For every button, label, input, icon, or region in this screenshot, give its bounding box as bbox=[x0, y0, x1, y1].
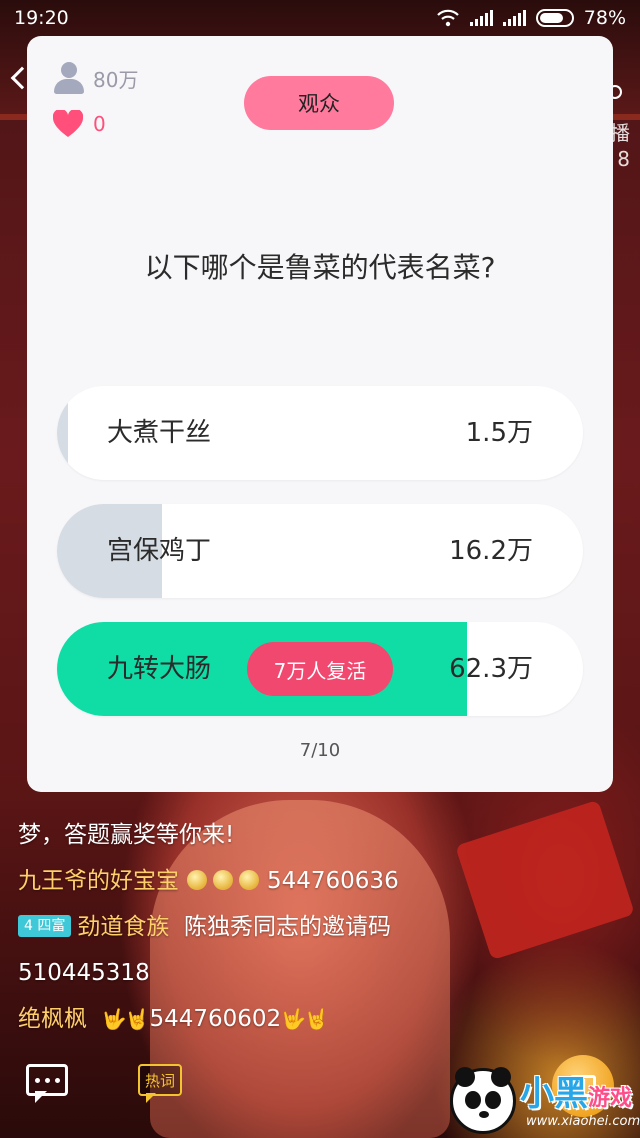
like-count: 0 bbox=[53, 110, 106, 138]
chat-message: 4 四富 劲道食族 陈独秀同志的邀请码 bbox=[18, 904, 618, 950]
person-icon bbox=[53, 62, 85, 94]
panda-logo-icon bbox=[450, 1067, 516, 1134]
battery-percent: 78% bbox=[583, 7, 626, 29]
hotword-button[interactable]: 热词 bbox=[138, 1064, 182, 1103]
revive-badge: 7万人复活 bbox=[247, 642, 393, 696]
signal-icon bbox=[469, 10, 493, 26]
side-info-text: 播 bbox=[610, 121, 630, 145]
answer-result-bar bbox=[57, 386, 68, 480]
chat-username[interactable]: 绝枫枫 bbox=[18, 1006, 87, 1032]
chat-message: 绝枫枫 🤟🤘544760602🤟🤘 bbox=[18, 996, 618, 1042]
chat-text: 544760602 bbox=[149, 1006, 282, 1032]
dot bbox=[54, 1077, 60, 1083]
wifi-icon bbox=[436, 9, 459, 27]
watermark-url: www.xiaohei.com bbox=[526, 1114, 640, 1129]
signal-icon-2 bbox=[502, 10, 526, 26]
answer-label: 九转大肠 bbox=[107, 654, 212, 684]
answer-option[interactable]: 宫保鸡丁 16.2万 bbox=[57, 504, 583, 598]
answer-count: 62.3万 bbox=[449, 654, 533, 684]
battery-icon bbox=[535, 9, 574, 27]
dot bbox=[44, 1077, 50, 1083]
answer-count: 16.2万 bbox=[449, 536, 533, 566]
chat-message: 梦，答题赢奖等你来! bbox=[18, 812, 618, 858]
chat-text: 陈独秀同志的邀请码 bbox=[183, 914, 391, 940]
answer-count: 1.5万 bbox=[465, 418, 533, 448]
status-time: 19:20 bbox=[14, 7, 69, 29]
audience-role-pill: 观众 bbox=[244, 76, 394, 130]
viewer-count: 80万 bbox=[53, 62, 138, 94]
answer-label: 宫保鸡丁 bbox=[107, 536, 212, 566]
rock-hand-icon: 🤟🤘 bbox=[101, 1007, 150, 1031]
answer-option[interactable]: 大煮干丝 1.5万 bbox=[57, 386, 583, 480]
side-info: 播 8 bbox=[610, 120, 630, 172]
chat-text: 544760636 bbox=[267, 868, 399, 894]
chat-username[interactable]: 劲道食族 bbox=[77, 914, 169, 940]
answer-label: 大煮干丝 bbox=[107, 418, 212, 448]
chat-text: 梦，答题赢奖等你来! bbox=[18, 822, 235, 848]
status-icons: 78% bbox=[436, 7, 626, 29]
dot bbox=[34, 1077, 40, 1083]
like-count-value: 0 bbox=[93, 112, 106, 136]
level-badge: 4 四富 bbox=[18, 915, 72, 937]
chat-text: 510445318 bbox=[18, 960, 150, 986]
chat-username[interactable]: 九王爷的好宝宝 bbox=[18, 868, 179, 894]
rock-hand-icon: 🤟🤘 bbox=[281, 1007, 329, 1031]
quiz-question: 以下哪个是鲁菜的代表名菜? bbox=[144, 251, 496, 284]
chat-message: 510445318 bbox=[18, 950, 618, 996]
medal-icons bbox=[187, 858, 265, 904]
site-watermark: 小黑游戏 www.xiaohei.com bbox=[446, 1066, 640, 1138]
chat-feed: 梦，答题赢奖等你来! 九王爷的好宝宝 544760636 4 四富 劲道食族 陈独秀… bbox=[18, 812, 618, 1042]
answer-options: 大煮干丝 1.5万 宫保鸡丁 16.2万 九转大肠 7万人复活 62.3万 bbox=[57, 386, 583, 740]
question-progress: 7/10 bbox=[299, 740, 341, 761]
answer-option-correct[interactable]: 九转大肠 7万人复活 62.3万 bbox=[57, 622, 583, 716]
watermark-title: 小黑游戏 bbox=[520, 1074, 633, 1114]
status-bar: 19:20 78% bbox=[0, 0, 640, 36]
heart-icon bbox=[53, 110, 83, 137]
chat-message: 九王爷的好宝宝 544760636 bbox=[18, 858, 618, 904]
comment-button[interactable] bbox=[26, 1064, 68, 1103]
quiz-card: 80万 0 观众 以下哪个是鲁菜的代表名菜? 大煮干丝 1.5万 宫保鸡丁 16… bbox=[27, 36, 613, 792]
side-info-count: 8 bbox=[617, 147, 630, 171]
viewer-count-value: 80万 bbox=[93, 67, 139, 92]
